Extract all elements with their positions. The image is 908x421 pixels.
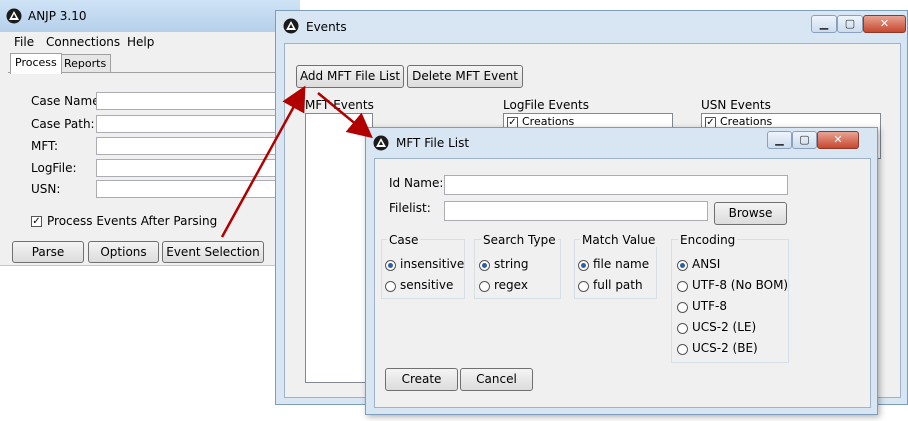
logfile-events-label: LogFile Events	[503, 98, 589, 112]
create-button[interactable]: Create	[385, 368, 458, 391]
browse-button[interactable]: Browse	[714, 202, 787, 225]
mft-dialog-title-bar[interactable]: MFT File List ▁ ▢ ✕	[366, 128, 877, 156]
menu-help[interactable]: Help	[127, 35, 154, 49]
main-title-bar[interactable]: ANJP 3.10	[0, 0, 300, 33]
tab-process[interactable]: Process	[10, 53, 62, 74]
encoding-utf8-label: UTF-8	[692, 299, 727, 313]
match-file-name-label: file name	[593, 257, 650, 271]
search-string-label: string	[494, 257, 529, 271]
usn-events-label: USN Events	[701, 98, 771, 112]
search-regex-radio[interactable]	[479, 281, 490, 292]
search-string-radio[interactable]	[479, 260, 490, 271]
encoding-ucs2-le-label: UCS-2 (LE)	[692, 320, 757, 334]
menu-bar: File Connections Help	[0, 32, 300, 52]
mft-file-list-dialog: MFT File List ▁ ▢ ✕ Id Name: Filelist: B…	[365, 127, 878, 415]
options-button[interactable]: Options	[88, 241, 159, 263]
app-logo-icon	[6, 8, 22, 24]
encoding-ansi-label: ANSI	[692, 257, 721, 271]
encoding-utf8-nobom-label: UTF-8 (No BOM)	[692, 278, 789, 292]
match-full-path-label: full path	[593, 278, 643, 292]
main-window: ANJP 3.10 File Connections Help Process …	[0, 0, 300, 421]
add-mft-file-list-button[interactable]: Add MFT File List	[296, 65, 404, 88]
minimize-icon[interactable]: ▁	[811, 15, 837, 33]
minimize-icon[interactable]: ▁	[767, 131, 792, 149]
event-selection-button[interactable]: Event Selection	[162, 241, 264, 263]
process-after-parsing-checkbox[interactable]: ✓	[31, 216, 42, 227]
mft-input[interactable]	[96, 137, 300, 155]
encoding-utf8-nobom-radio[interactable]	[677, 281, 688, 292]
case-insensitive-label: insensitive	[400, 257, 465, 271]
logfile-input[interactable]	[96, 159, 300, 177]
search-type-group-label: Search Type	[481, 233, 558, 247]
mft-dialog-title: MFT File List	[396, 136, 470, 150]
mft-events-label: MFT Events	[305, 98, 374, 112]
app-logo-icon	[373, 135, 389, 151]
match-value-group-label: Match Value	[580, 233, 658, 247]
close-icon[interactable]: ✕	[863, 15, 906, 33]
parse-button[interactable]: Parse	[12, 241, 84, 263]
filelist-label: Filelist:	[389, 201, 431, 215]
case-sensitive-label: sensitive	[400, 278, 454, 292]
process-after-parsing-label: Process Events After Parsing	[47, 214, 218, 228]
encoding-ucs2-be-label: UCS-2 (BE)	[692, 341, 758, 355]
encoding-utf8-radio[interactable]	[677, 302, 688, 313]
encoding-ucs2-be-radio[interactable]	[677, 344, 688, 355]
encoding-ucs2-le-radio[interactable]	[677, 323, 688, 334]
close-icon[interactable]: ✕	[817, 131, 859, 149]
case-sensitive-radio[interactable]	[385, 281, 396, 292]
case-path-label: Case Path:	[31, 117, 95, 131]
maximize-icon[interactable]: ▢	[837, 15, 863, 33]
case-insensitive-radio[interactable]	[385, 260, 396, 271]
case-path-input[interactable]	[96, 115, 300, 133]
menu-connections[interactable]: Connections	[46, 35, 120, 49]
events-title-bar[interactable]: Events ▁ ▢ ✕	[276, 11, 907, 41]
id-name-label: Id Name:	[389, 176, 444, 190]
match-full-path-radio[interactable]	[578, 281, 589, 292]
encoding-ansi-radio[interactable]	[677, 260, 688, 271]
usn-input[interactable]	[96, 180, 300, 198]
mft-events-list[interactable]	[305, 113, 373, 383]
search-regex-label: regex	[494, 278, 528, 292]
delete-mft-event-button[interactable]: Delete MFT Event	[407, 65, 523, 88]
app-logo-icon	[283, 18, 299, 34]
cancel-button[interactable]: Cancel	[460, 368, 533, 391]
usn-label: USN:	[31, 182, 61, 196]
filelist-input[interactable]	[444, 201, 708, 221]
case-group-label: Case	[387, 233, 421, 247]
case-name-input[interactable]	[96, 92, 300, 110]
tab-reports[interactable]: Reports	[59, 54, 112, 73]
mft-dialog-body: Id Name: Filelist: Browse Case insensiti…	[374, 158, 871, 408]
id-name-input[interactable]	[444, 175, 788, 195]
encoding-group-label: Encoding	[678, 233, 738, 247]
main-window-title: ANJP 3.10	[28, 9, 87, 23]
events-window-title: Events	[306, 20, 347, 34]
maximize-icon[interactable]: ▢	[792, 131, 817, 149]
output-area	[0, 265, 300, 421]
menu-file[interactable]: File	[14, 35, 34, 49]
logfile-label: LogFile:	[31, 161, 77, 175]
match-file-name-radio[interactable]	[578, 260, 589, 271]
mft-label: MFT:	[31, 139, 59, 153]
case-name-label: Case Name:	[31, 94, 104, 108]
